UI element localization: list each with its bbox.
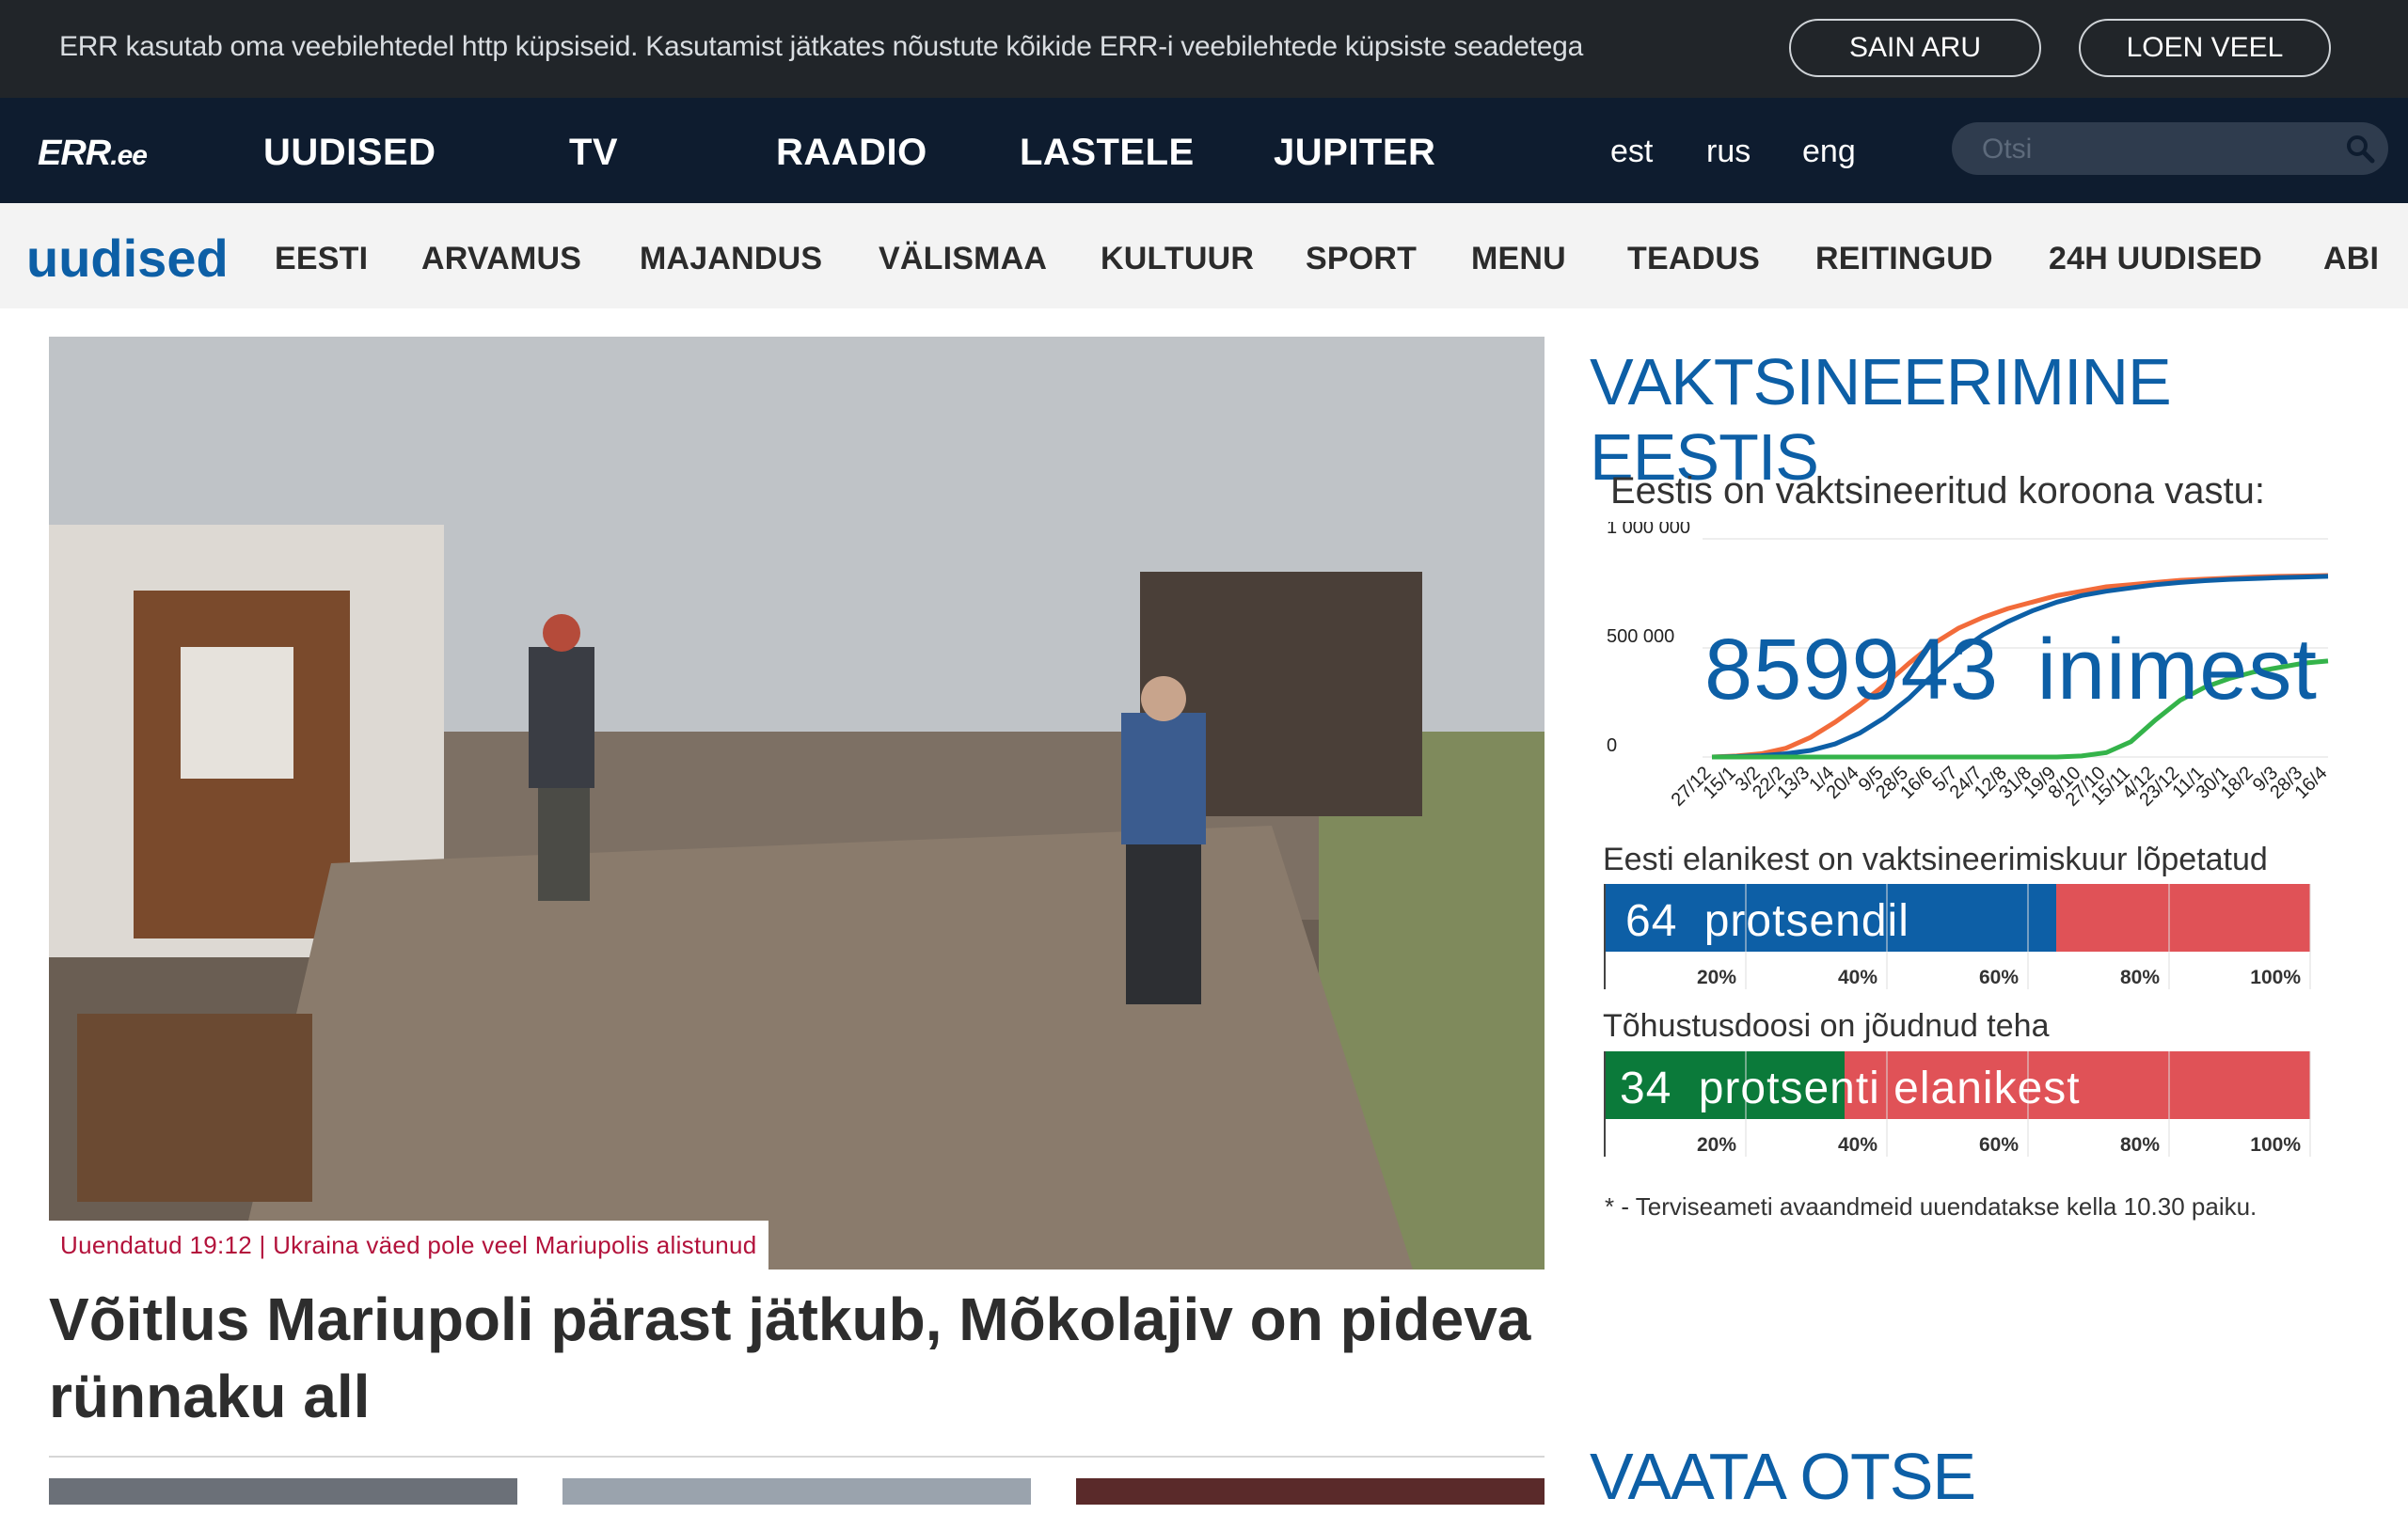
bar-tick-label: 80% bbox=[2120, 1134, 2160, 1156]
y-tick-label: 0 bbox=[1607, 735, 1617, 756]
section-item-teadus[interactable]: TEADUS bbox=[1627, 241, 1760, 277]
cookie-more-button[interactable]: LOEN VEEL bbox=[2079, 19, 2331, 77]
nav-uudised[interactable]: UUDISED bbox=[263, 132, 436, 174]
search-icon[interactable] bbox=[2345, 134, 2375, 164]
bar-tick-label: 20% bbox=[1697, 967, 1736, 988]
booster-unit: protsenti elanikest bbox=[1698, 1064, 2081, 1113]
search-input[interactable] bbox=[1980, 130, 2341, 169]
section-item-kultuur[interactable]: KULTUUR bbox=[1101, 241, 1254, 277]
completed-text: 64 protsendil bbox=[1625, 895, 1909, 947]
bar-tick-label: 60% bbox=[1979, 967, 2019, 988]
booster-value: 34 bbox=[1620, 1064, 1672, 1113]
section-item-reitingud[interactable]: REITINGUD bbox=[1815, 241, 1993, 277]
err-logo[interactable]: ERR.ee bbox=[38, 134, 148, 174]
vaccination-footnote: * - Terviseameti avaandmeid uuendatakse … bbox=[1605, 1192, 2258, 1221]
cookie-message: ERR kasutab oma veebilehtedel http küpsi… bbox=[59, 31, 1583, 62]
y-tick-label: 1 000 000 bbox=[1607, 522, 1690, 538]
bar-tick-label: 60% bbox=[1979, 1134, 2019, 1156]
nav-jupiter[interactable]: JUPITER bbox=[1274, 132, 1435, 174]
vaccination-subtitle: Eestis on vaktsineeritud koroona vastu: bbox=[1610, 470, 2265, 512]
bar-tick-label: 40% bbox=[1838, 967, 1877, 988]
bar-tick-label: 100% bbox=[2250, 1134, 2301, 1156]
vaccination-count: 859943 inimest bbox=[1704, 621, 2318, 719]
completed-label: Eesti elanikest on vaktsineerimiskuur lõ… bbox=[1603, 842, 2268, 877]
thumbnail-2[interactable] bbox=[562, 1478, 1031, 1505]
y-tick-label: 500 000 bbox=[1607, 626, 1674, 647]
section-brand-uudised[interactable]: uudised bbox=[26, 228, 229, 289]
bar-tick-label: 100% bbox=[2250, 967, 2301, 988]
nav-tv[interactable]: TV bbox=[569, 132, 618, 174]
section-item-valismaa[interactable]: VÄLISMAA bbox=[879, 241, 1047, 277]
section-item-sport[interactable]: SPORT bbox=[1306, 241, 1417, 277]
hero-divider bbox=[49, 1456, 1545, 1458]
section-item-majandus[interactable]: MAJANDUS bbox=[640, 241, 822, 277]
lang-eng[interactable]: eng bbox=[1802, 134, 1856, 170]
nav-lastele[interactable]: LASTELE bbox=[1020, 132, 1195, 174]
search-box bbox=[1952, 122, 2388, 175]
bar-tick-label: 80% bbox=[2120, 967, 2160, 988]
booster-text: 34 protsenti elanikest bbox=[1620, 1063, 2081, 1114]
thumbnail-3[interactable] bbox=[1076, 1478, 1545, 1505]
section-item-24h-uudised[interactable]: 24H UUDISED bbox=[2049, 241, 2262, 277]
bar-tick-label: 20% bbox=[1697, 1134, 1736, 1156]
section-item-arvamus[interactable]: ARVAMUS bbox=[421, 241, 581, 277]
section-item-menu[interactable]: MENU bbox=[1471, 241, 1566, 277]
section-nav: uudised EESTI ARVAMUS MAJANDUS VÄLISMAA … bbox=[0, 203, 2408, 308]
vaccination-count-value: 859943 bbox=[1704, 622, 1999, 718]
section-item-eesti[interactable]: EESTI bbox=[275, 241, 368, 277]
hero-title[interactable]: Võitlus Mariupoli pärast jätkub, Mõkolaj… bbox=[49, 1281, 1554, 1435]
lang-rus[interactable]: rus bbox=[1706, 134, 1751, 170]
thumbnail-1[interactable] bbox=[49, 1478, 517, 1505]
main-nav: ERR.ee UUDISED TV RAADIO LASTELE JUPITER… bbox=[0, 98, 2408, 203]
vaccination-count-unit: inimest bbox=[2036, 622, 2318, 718]
completed-unit: protsendil bbox=[1703, 896, 1909, 946]
booster-label: Tõhustusdoosi on jõudnud teha bbox=[1603, 1008, 2050, 1044]
cookie-banner: ERR kasutab oma veebilehtedel http küpsi… bbox=[0, 0, 2408, 98]
completed-value: 64 bbox=[1625, 896, 1678, 946]
section-item-abi[interactable]: ABI bbox=[2323, 241, 2379, 277]
hero-image[interactable] bbox=[49, 337, 1545, 1270]
hero-tag[interactable]: Uuendatud 19:12 | Ukraina väed pole veel… bbox=[49, 1221, 768, 1270]
bar-tick-label: 40% bbox=[1838, 1134, 1877, 1156]
lang-est[interactable]: est bbox=[1610, 134, 1653, 170]
live-heading: VAATA OTSE bbox=[1590, 1440, 1976, 1513]
nav-raadio[interactable]: RAADIO bbox=[776, 132, 927, 174]
cookie-accept-button[interactable]: SAIN ARU bbox=[1789, 19, 2041, 77]
